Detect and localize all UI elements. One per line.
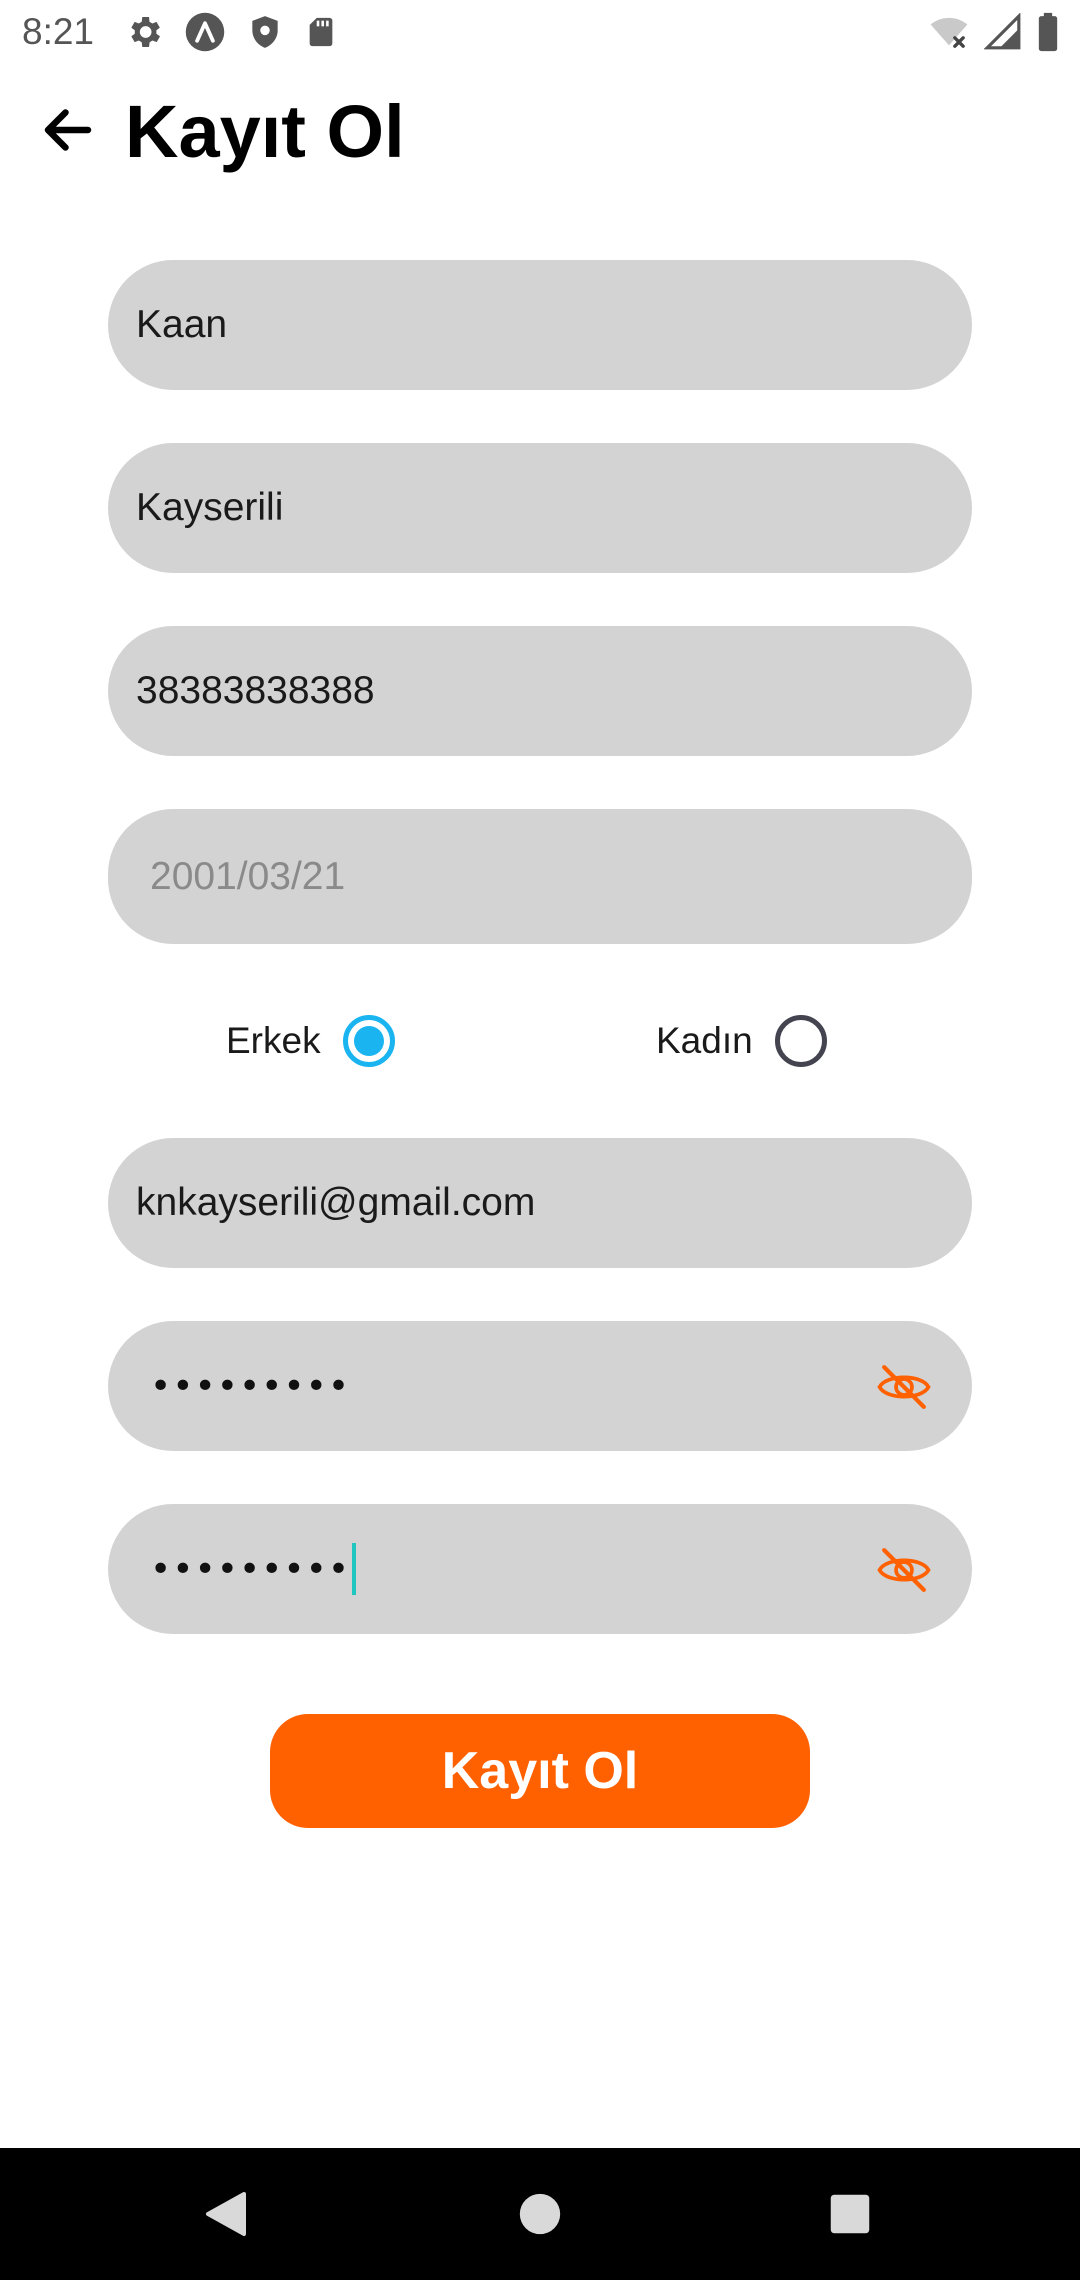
back-triangle-icon (206, 2192, 246, 2236)
password-confirm-wrapper: ••••••••• (108, 1543, 357, 1595)
register-button[interactable]: Kayıt Ol (270, 1714, 810, 1828)
first-name-field[interactable] (108, 260, 972, 390)
text-caret (352, 1543, 357, 1595)
back-button[interactable] (30, 92, 106, 168)
status-left-icons (124, 10, 338, 54)
status-right-icons (928, 10, 1060, 54)
password-value: ••••••••• (150, 1365, 351, 1407)
gender-label-erkek: Erkek (226, 1020, 321, 1061)
battery-icon (1038, 12, 1058, 52)
email-input[interactable] (108, 1138, 972, 1268)
birth-date-field[interactable]: 2001/03/21 (108, 809, 972, 944)
nav-recents-button[interactable] (790, 2148, 910, 2280)
id-number-field[interactable] (108, 626, 972, 756)
birth-date-value: 2001/03/21 (150, 854, 346, 898)
nav-back-button[interactable] (166, 2148, 286, 2280)
cell-signal-icon (984, 13, 1021, 50)
arrow-left-icon (44, 109, 92, 151)
last-name-input[interactable] (108, 443, 972, 573)
recents-square-icon (830, 2194, 870, 2234)
password-confirm-field[interactable]: ••••••••• (108, 1504, 972, 1634)
status-time: 8:21 (22, 11, 95, 52)
password-field[interactable]: ••••••••• (108, 1321, 972, 1451)
sd-card-icon (309, 17, 333, 47)
last-name-field[interactable] (108, 443, 972, 573)
system-nav-bar (0, 2148, 1080, 2280)
email-field[interactable] (108, 1138, 972, 1268)
nav-home-button[interactable] (480, 2148, 600, 2280)
home-circle-icon (519, 2193, 561, 2235)
gender-option-erkek[interactable]: Erkek (226, 1006, 395, 1076)
app-logo-icon (185, 12, 225, 52)
id-number-input[interactable] (108, 626, 972, 756)
shield-icon (252, 16, 278, 48)
eye-off-icon[interactable] (876, 1359, 932, 1415)
password-confirm-value: ••••••••• (150, 1548, 351, 1590)
gender-option-kadin[interactable]: Kadın (656, 1006, 827, 1076)
radio-dot (353, 1026, 384, 1056)
page-title: Kayıt Ol (125, 90, 405, 173)
wifi-off-icon (930, 17, 968, 48)
radio-checked-icon[interactable] (342, 1015, 395, 1067)
first-name-input[interactable] (108, 260, 972, 390)
eye-off-icon[interactable] (876, 1542, 932, 1598)
status-bar: 8:21 (0, 0, 1080, 64)
registration-screen: 8:21 Kayıt Ol Kaan Kayserili 38383838388… (0, 0, 1080, 2280)
gear-icon (131, 17, 160, 47)
radio-unchecked-icon[interactable] (774, 1015, 827, 1067)
gender-label-kadin: Kadın (656, 1020, 753, 1061)
